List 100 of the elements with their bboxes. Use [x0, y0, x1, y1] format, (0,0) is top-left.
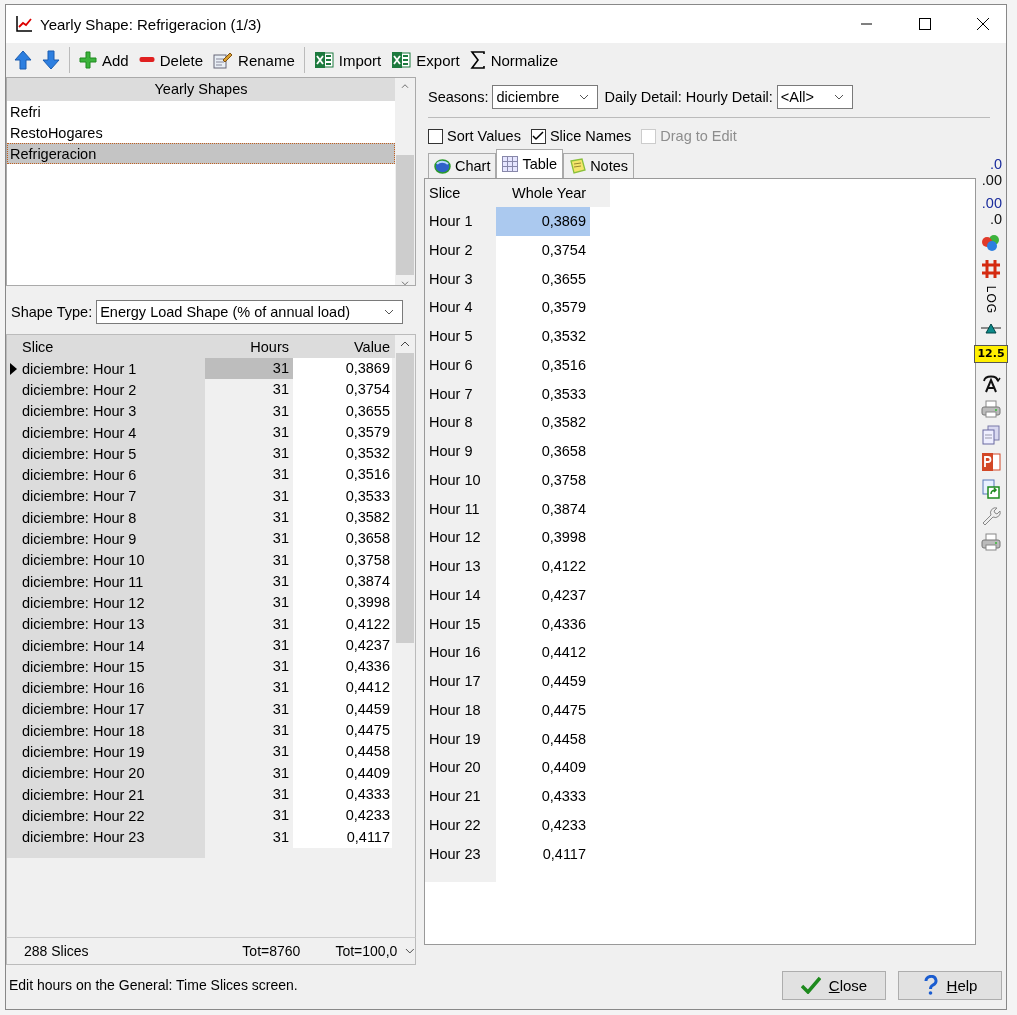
checkbox[interactable]: Slice Names	[530, 128, 632, 144]
spreadsheet-icon	[313, 51, 334, 69]
tab[interactable]: Table	[496, 149, 564, 178]
table-cell[interactable]: 0,4412	[293, 677, 392, 699]
table-cell[interactable]: 0,4412	[496, 638, 590, 667]
table-cell[interactable]: 0,3582	[293, 507, 392, 529]
table-cell[interactable]: 0,4237	[293, 634, 392, 657]
note-icon	[569, 158, 587, 174]
table-cell[interactable]: 0,3532	[496, 322, 590, 351]
table-cell[interactable]: 0,3869	[293, 358, 392, 380]
table-cell[interactable]: 0,3874	[293, 570, 392, 593]
list-item[interactable]: Refrigeracion	[7, 143, 395, 164]
table-cell[interactable]: 0,4233	[496, 810, 590, 840]
table-cell[interactable]: 0,3655	[293, 400, 392, 422]
table-cell[interactable]: 0,4475	[293, 720, 392, 742]
increase-decimals-button[interactable]: .0 .00	[980, 156, 1002, 188]
checkbox[interactable]: Sort Values	[428, 128, 521, 144]
slides-icon[interactable]	[981, 452, 1001, 472]
table-cell[interactable]: 0,3998	[293, 592, 392, 614]
table-cell[interactable]: 0,4237	[496, 580, 590, 610]
table-cell[interactable]: 0,4459	[293, 698, 392, 721]
table-cell: diciembre: Hour 14	[7, 634, 205, 657]
table-cell[interactable]: 0,4409	[496, 753, 590, 782]
checkbox-box[interactable]	[530, 128, 546, 144]
table-cell: Hour 17	[425, 667, 496, 696]
table-cell[interactable]: 0,4117	[293, 826, 392, 848]
toolbar-button[interactable]: Import	[309, 49, 386, 71]
table-cell[interactable]: 0,3516	[496, 350, 590, 380]
export-icon[interactable]	[982, 479, 1000, 499]
table-cell: diciembre: Hour 6	[7, 464, 205, 486]
filter-dropdown[interactable]: <All>	[776, 85, 853, 109]
wrench-icon[interactable]	[981, 506, 1001, 526]
decrease-decimals-button[interactable]: .00 .0	[980, 195, 1002, 227]
log-scale-button[interactable]: LOG	[981, 286, 1001, 314]
grid-lines-icon[interactable]	[981, 259, 1001, 279]
table-cell: Hour 13	[425, 552, 496, 581]
table-cell: diciembre: Hour 13	[7, 613, 205, 635]
table-cell[interactable]: 0,4122	[496, 552, 590, 581]
table-cell: diciembre: Hour 12	[7, 592, 205, 614]
table-cell[interactable]: 0,3998	[496, 523, 590, 552]
data-labels-button[interactable]: 12.5	[974, 345, 1008, 363]
table-cell: Hour 15	[425, 609, 496, 639]
copy-icon[interactable]	[982, 425, 1000, 445]
table-cell[interactable]: 0,3532	[293, 443, 392, 465]
caret-up-icon[interactable]	[400, 341, 410, 347]
colors-icon[interactable]	[981, 234, 1001, 252]
tab[interactable]: Notes	[563, 153, 635, 178]
table-cell[interactable]: 0,4458	[293, 741, 392, 763]
table-cell[interactable]: 0,3579	[496, 293, 590, 322]
maximize-icon[interactable]	[919, 18, 931, 30]
table-cell[interactable]: 0,3874	[496, 494, 590, 524]
printer-icon[interactable]	[981, 533, 1001, 551]
pivot-icon[interactable]	[980, 321, 1002, 335]
table-cell[interactable]: 0,3533	[496, 379, 590, 409]
toolbar-button[interactable]: Add	[75, 49, 133, 71]
tab[interactable]: Chart	[428, 153, 497, 178]
font-rotate-icon[interactable]	[981, 373, 1001, 393]
table-cell[interactable]: 0,3582	[496, 408, 590, 437]
table-cell[interactable]: 0,3516	[293, 464, 392, 486]
table-cell[interactable]: 0,3655	[496, 264, 590, 294]
close-icon[interactable]	[977, 18, 989, 30]
table-cell[interactable]: 0,4459	[496, 667, 590, 696]
table-cell[interactable]: 0,4233	[293, 805, 392, 827]
table-cell[interactable]: 0,4333	[496, 782, 590, 811]
table-cell[interactable]: 0,3658	[496, 437, 590, 466]
table-cell[interactable]: 0,4409	[293, 762, 392, 784]
table-cell[interactable]: 0,3758	[293, 549, 392, 571]
toolbar-button[interactable]: Delete	[134, 49, 208, 71]
table-cell[interactable]: 0,3579	[293, 421, 392, 444]
table-cell[interactable]: 0,3754	[496, 235, 590, 265]
help-button[interactable]: Help	[898, 970, 1002, 1000]
table-cell[interactable]: 0,4333	[293, 783, 392, 806]
table-cell[interactable]: 0,3758	[496, 465, 590, 495]
checkbox-box[interactable]	[428, 128, 443, 144]
chevron-down-icon	[579, 94, 590, 100]
table-cell: Hour 20	[425, 753, 496, 782]
status-text: Edit hours on the General: Time Slices screen.	[9, 977, 298, 993]
table-cell[interactable]: 0,4475	[496, 695, 590, 725]
shape-type-dropdown[interactable]: Energy Load Shape (% of annual load)	[96, 300, 404, 324]
filter-dropdown[interactable]: diciembre	[492, 85, 599, 109]
table-cell[interactable]: 0,4336	[293, 656, 392, 678]
list-item[interactable]: RestoHogares	[7, 122, 395, 143]
table-cell[interactable]: 0,3658	[293, 528, 392, 550]
toolbar-button[interactable]: Normalize	[465, 49, 563, 71]
scrollbar[interactable]	[395, 78, 415, 285]
toolbar-button[interactable]: Rename	[209, 49, 299, 71]
list-item[interactable]: Refri	[7, 101, 395, 122]
toolbar-button[interactable]: Export	[387, 49, 464, 71]
table-cell[interactable]: 0,4336	[496, 609, 590, 639]
close-button[interactable]: Close	[782, 970, 886, 1000]
table-cell[interactable]: 0,3754	[293, 379, 392, 401]
table-cell: diciembre: Hour 19	[7, 741, 205, 763]
printer-icon[interactable]	[981, 400, 1001, 418]
table-cell[interactable]: 0,4117	[496, 839, 590, 869]
table-cell[interactable]: 0,3869	[496, 207, 590, 236]
table-cell[interactable]: 0,4458	[496, 724, 590, 754]
table-cell[interactable]: 0,3533	[293, 485, 392, 508]
table-cell: Hour 23	[425, 839, 496, 869]
table-cell[interactable]: 0,4122	[293, 613, 392, 635]
table-cell: Hour 6	[425, 350, 496, 380]
